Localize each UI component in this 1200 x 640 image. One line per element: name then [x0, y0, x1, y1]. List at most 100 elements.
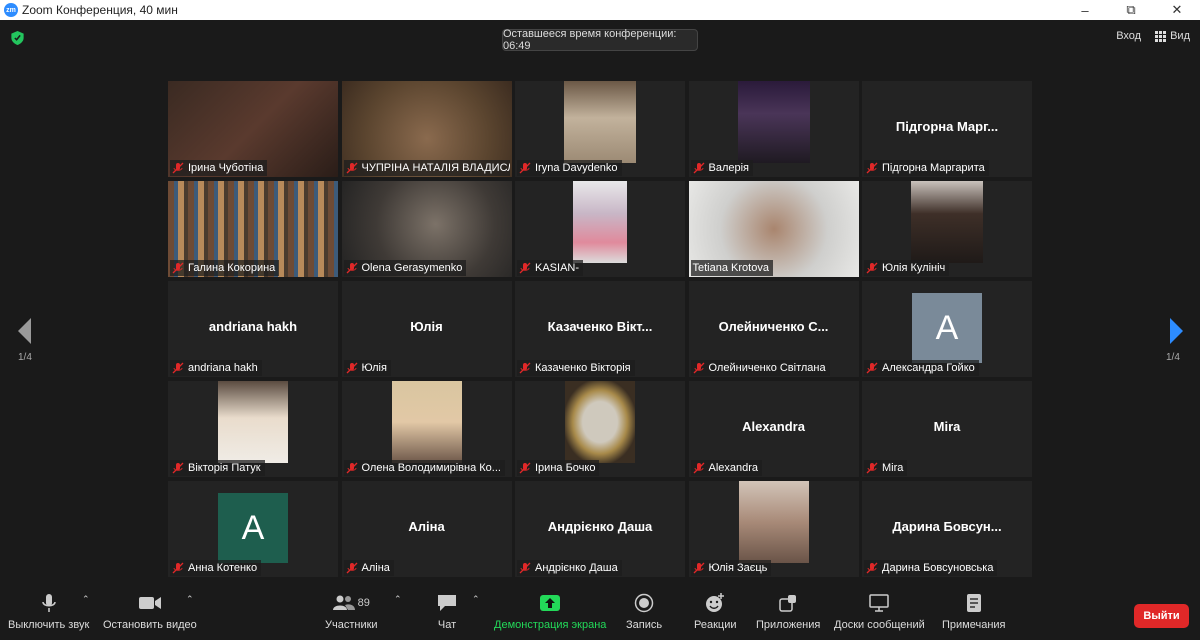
next-page-arrow-icon[interactable] [1166, 316, 1186, 346]
minimize-button[interactable]: – [1062, 0, 1108, 20]
participant-tile[interactable]: Юлія Кулініч [862, 181, 1032, 277]
page-indicator-left: 1/4 [18, 352, 32, 363]
participant-tile[interactable]: Галина Кокорина [168, 181, 338, 277]
stop-video-button[interactable]: Остановить видео [103, 592, 197, 631]
participant-display-name: Аліна [408, 519, 445, 534]
participant-name: Александра Гойко [882, 362, 975, 374]
participant-tile[interactable]: A Александра Гойко [862, 281, 1032, 377]
participant-name: Mira [882, 462, 904, 474]
muted-microphone-icon [693, 362, 704, 374]
participants-button[interactable]: 89 Участники [325, 592, 378, 631]
muted-microphone-icon [519, 262, 531, 274]
participant-name-tag: Юлія Кулініч [864, 260, 950, 276]
participant-tile[interactable]: Андрієнко Даша Андрієнко Даша [515, 481, 685, 577]
participant-name-tag: Олена Володимирівна Ко... [343, 460, 505, 476]
participant-tile[interactable]: Olena Gerasymenko [341, 181, 512, 277]
participant-video [738, 481, 809, 563]
participant-tile[interactable]: Валерія [688, 81, 859, 177]
whiteboard-icon [869, 594, 890, 612]
muted-microphone-icon [519, 362, 531, 374]
participant-name-tag: KASIAN- [517, 260, 584, 276]
participant-tile[interactable]: Вікторія Патук [168, 381, 338, 477]
participant-tile[interactable]: Дарина Бовсун... Дарина Бовсуновська [862, 481, 1032, 577]
participant-video [218, 381, 288, 463]
muted-microphone-icon [866, 462, 878, 474]
participant-name: Олена Володимирівна Ко... [361, 462, 501, 474]
muted-microphone-icon [866, 562, 878, 574]
participant-name: Аліна [361, 562, 390, 574]
muted-microphone-icon [346, 162, 357, 174]
participant-tile[interactable]: Iryna Davydenko [515, 81, 685, 177]
participant-display-name: Підгорна Марг... [895, 119, 999, 134]
participant-display-name: Олейниченко С... [718, 319, 829, 334]
participant-tile[interactable]: Юлія Заєць [688, 481, 859, 577]
participant-display-name: Юлія [410, 319, 443, 334]
participant-tile[interactable]: Mira Mira [862, 381, 1032, 477]
restore-button[interactable]: ⧉ [1108, 0, 1154, 20]
participant-display-name: Alexandra [742, 419, 805, 434]
participant-name: Галина Кокорина [188, 262, 276, 274]
participant-tile[interactable]: Ірина Чуботіна [168, 81, 338, 177]
page-indicator-right: 1/4 [1166, 352, 1180, 363]
mute-button[interactable]: Выключить звук [8, 592, 89, 631]
participant-name-tag: Юлія Заєць [690, 560, 772, 576]
audio-options-caret-icon[interactable]: ⌃ [82, 594, 90, 605]
notes-button[interactable]: Примечания [942, 592, 1006, 631]
participant-name: Підгорна Маргарита [882, 162, 985, 174]
chat-bubble-icon [438, 595, 456, 611]
participant-name-tag: Олейниченко Світлана [690, 360, 830, 376]
chat-label: Чат [437, 619, 457, 631]
close-window-button[interactable]: ✕ [1154, 0, 1200, 20]
chat-options-caret-icon[interactable]: ⌃ [472, 594, 480, 605]
participant-tile[interactable]: Підгорна Марг... Підгорна Маргарита [862, 81, 1032, 177]
video-grid: Ірина Чуботіна ЧУПРІНА НАТАЛІЯ ВЛАДИСЛ...… [168, 81, 1032, 577]
view-button[interactable]: Вид [1155, 30, 1190, 42]
participant-avatar: A [218, 493, 288, 563]
enter-fullscreen-button[interactable]: Вход [1116, 30, 1141, 42]
mute-label: Выключить звук [8, 619, 90, 631]
participant-name-tag: Iryna Davydenko [517, 160, 622, 176]
participant-name-tag: Ірина Бочко [517, 460, 600, 476]
record-label: Запись [626, 619, 663, 631]
participant-video [565, 381, 635, 463]
participant-tile[interactable]: Олена Володимирівна Ко... [341, 381, 512, 477]
chat-button[interactable]: Чат [437, 592, 457, 631]
muted-microphone-icon [346, 262, 357, 274]
participant-name: KASIAN- [535, 262, 580, 274]
whiteboards-button[interactable]: Доски сообщений [834, 592, 925, 631]
record-button[interactable]: Запись [626, 592, 662, 631]
apps-label: Приложения [756, 619, 821, 631]
participant-tile[interactable]: Олейниченко С... Олейниченко Світлана [688, 281, 859, 377]
participants-options-caret-icon[interactable]: ⌃ [394, 594, 402, 605]
participant-video [737, 81, 810, 163]
apps-button[interactable]: Приложения [756, 592, 820, 631]
participant-tile[interactable]: andriana hakh andriana hakh [168, 281, 338, 377]
participant-tile[interactable]: Аліна Аліна [341, 481, 512, 577]
security-shield-icon[interactable] [11, 31, 24, 45]
reactions-button[interactable]: Реакции [694, 592, 737, 631]
participant-tile[interactable]: Ірина Бочко [515, 381, 685, 477]
participant-name: Юлія Кулініч [882, 262, 946, 274]
microphone-icon [41, 594, 56, 612]
participant-display-name: andriana hakh [208, 319, 298, 334]
participant-tile[interactable]: Юлія Юлія [341, 281, 512, 377]
previous-page-arrow-icon[interactable] [15, 316, 35, 346]
muted-microphone-icon [693, 562, 704, 574]
reactions-label: Реакции [694, 619, 737, 631]
muted-microphone-icon [866, 362, 878, 374]
share-screen-button[interactable]: Демонстрация экрана [494, 592, 606, 631]
participant-name-tag: Аліна [343, 560, 394, 576]
participant-tile[interactable]: Казаченко Вікт... Казаченко Вікторія [515, 281, 685, 377]
participant-tile[interactable]: Alexandra Alexandra [688, 381, 859, 477]
participant-tile[interactable]: Tetiana Krotova [688, 181, 859, 277]
participant-tile[interactable]: ЧУПРІНА НАТАЛІЯ ВЛАДИСЛ... [341, 81, 512, 177]
participant-tile[interactable]: KASIAN- [515, 181, 685, 277]
participant-name-tag: andriana hakh [170, 360, 262, 376]
leave-meeting-button[interactable]: Выйти [1134, 604, 1189, 628]
participant-tile[interactable]: A Анна Котенко [168, 481, 338, 577]
participant-name: Tetiana Krotova [692, 262, 769, 274]
participant-video [564, 81, 636, 163]
video-options-caret-icon[interactable]: ⌃ [186, 594, 194, 605]
whiteboards-label: Доски сообщений [834, 619, 925, 631]
participant-name-tag: Юлія [343, 360, 391, 376]
